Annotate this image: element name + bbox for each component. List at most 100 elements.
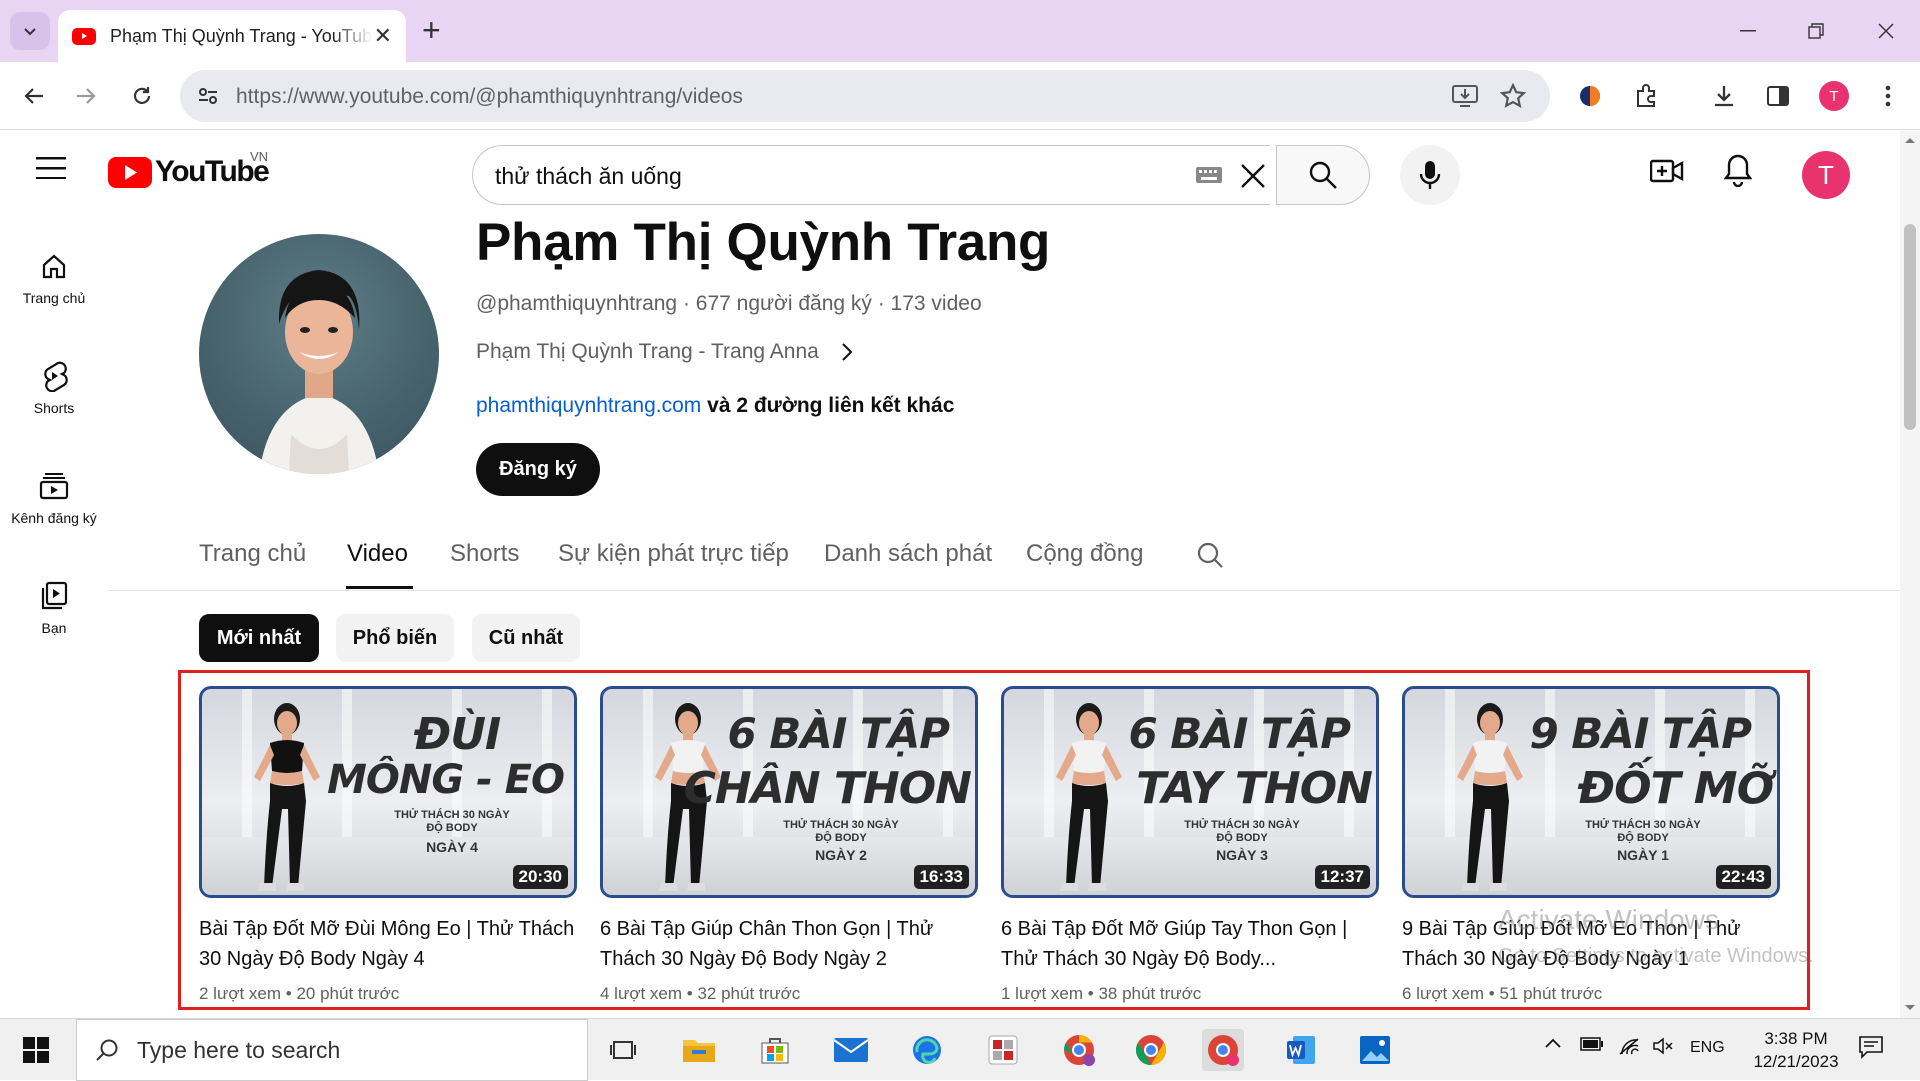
language-indicator[interactable]: ENG (1690, 1039, 1725, 1057)
extensions-puzzle-icon[interactable] (1628, 78, 1664, 114)
chrome-icon[interactable] (1130, 1029, 1172, 1071)
video-card[interactable]: ĐÙI MÔNG - EO THỬ THÁCH 30 NGÀY ĐỘ BODY NGÀ… (199, 686, 577, 1004)
video-title[interactable]: 6 Bài Tập Đốt Mỡ Giúp Tay Thon Gọn | Thử… (1001, 914, 1379, 974)
minimize-button[interactable] (1728, 16, 1768, 46)
restore-button[interactable] (1796, 16, 1836, 46)
taskbar-search-input[interactable]: Type here to search (76, 1019, 588, 1081)
wifi-icon[interactable] (1618, 1037, 1640, 1055)
channel-avatar[interactable] (199, 234, 439, 474)
tab-close-icon[interactable]: ✕ (374, 25, 392, 47)
avatar: T (1819, 81, 1849, 111)
bookmark-star-icon[interactable] (1500, 83, 1526, 109)
browser-tab-active[interactable]: Phạm Thị Quỳnh Trang - YouTube ✕ (58, 10, 406, 62)
thumbnail-day: NGÀY 4 (426, 839, 478, 855)
start-button[interactable] (0, 1019, 72, 1081)
file-explorer-icon[interactable] (678, 1029, 720, 1071)
mail-icon[interactable] (830, 1029, 872, 1071)
notifications-bell-icon[interactable] (1724, 153, 1752, 187)
clock[interactable]: 3:38 PM 12/21/2023 (1748, 1027, 1844, 1073)
guide-label: Trang chủ (22, 290, 86, 306)
video-card[interactable]: 6 BÀI TẬP TAY THON THỬ THÁCH 30 NGÀY ĐỘ BO… (1001, 686, 1379, 1004)
tab-live[interactable]: Sự kiện phát trực tiếp (558, 540, 789, 568)
edge-browser-icon[interactable] (906, 1029, 948, 1071)
new-tab-button[interactable]: + (422, 14, 441, 46)
guide-item-home[interactable]: Trang chủ (0, 248, 108, 306)
site-info-icon[interactable] (196, 84, 220, 108)
downloads-icon[interactable] (1706, 78, 1742, 114)
video-meta: 4 lượt xem • 32 phút trước (600, 984, 978, 1004)
profile-button[interactable]: T (1816, 78, 1852, 114)
back-button[interactable] (16, 78, 52, 114)
video-title[interactable]: Bài Tập Đốt Mỡ Đùi Mông Eo | Thử Thách 3… (199, 914, 577, 974)
more-links-text[interactable]: và 2 đường liên kết khác (701, 394, 954, 417)
address-bar[interactable]: https://www.youtube.com/@phamthiquynhtra… (180, 70, 1550, 122)
voice-search-button[interactable] (1400, 145, 1460, 205)
tab-shorts[interactable]: Shorts (450, 540, 519, 568)
account-avatar[interactable]: T (1802, 151, 1850, 199)
guide-label: Bạn (41, 620, 67, 636)
app-grid-icon[interactable] (982, 1029, 1024, 1071)
channel-meta: @phamthiquynhtrang · 677 người đăng ký ·… (476, 292, 982, 315)
tab-home[interactable]: Trang chủ (199, 540, 306, 568)
tab-search-button[interactable] (10, 12, 50, 50)
extension-sync-icon[interactable] (1572, 78, 1608, 114)
url-text[interactable]: https://www.youtube.com/@phamthiquynhtra… (236, 85, 743, 109)
chip-popular[interactable]: Phổ biến (336, 614, 454, 662)
reload-button[interactable] (124, 78, 160, 114)
tab-videos[interactable]: Video (347, 540, 408, 568)
youtube-logo[interactable]: YouTube VN (108, 149, 270, 189)
browser-menu-icon[interactable] (1870, 78, 1906, 114)
search-button[interactable] (1276, 145, 1370, 205)
video-thumbnail[interactable]: 6 BÀI TẬP CHÂN THON THỬ THÁCH 30 NGÀY ĐỘ B… (600, 686, 978, 898)
video-thumbnail[interactable]: 9 BÀI TẬP ĐỐT MỠ THỬ THÁCH 30 NGÀY ĐỘ BODY… (1402, 686, 1780, 898)
video-thumbnail[interactable]: 6 BÀI TẬP TAY THON THỬ THÁCH 30 NGÀY ĐỘ BO… (1001, 686, 1379, 898)
chrome-active-icon[interactable] (1202, 1029, 1244, 1071)
channel-description[interactable]: Phạm Thị Quỳnh Trang - Trang Anna (476, 340, 853, 364)
guide-item-subscriptions[interactable]: Kênh đăng ký (0, 468, 108, 526)
video-views: 2 lượt xem (199, 984, 282, 1003)
video-views: 1 lượt xem (1001, 984, 1084, 1003)
scroll-up-icon[interactable] (1904, 136, 1916, 144)
youtube-favicon-icon (72, 27, 96, 45)
thumbnail-headline-1: 6 BÀI TẬP (1128, 709, 1351, 758)
battery-icon[interactable] (1580, 1037, 1604, 1051)
thumbnail-day: NGÀY 2 (815, 847, 867, 863)
video-card[interactable]: 6 BÀI TẬP CHÂN THON THỬ THÁCH 30 NGÀY ĐỘ B… (600, 686, 978, 1004)
close-window-button[interactable] (1866, 16, 1906, 46)
channel-website-link[interactable]: phamthiquynhtrang.com (476, 394, 701, 417)
scroll-down-icon[interactable] (1904, 1004, 1916, 1012)
forward-button[interactable] (68, 78, 104, 114)
chip-oldest[interactable]: Cũ nhất (472, 614, 580, 662)
channel-search-icon[interactable] (1196, 541, 1224, 569)
tab-playlists[interactable]: Danh sách phát (824, 540, 992, 568)
side-panel-icon[interactable] (1760, 78, 1796, 114)
chip-latest[interactable]: Mới nhất (199, 614, 319, 662)
photos-icon[interactable] (1354, 1029, 1396, 1071)
tab-community[interactable]: Cộng đồng (1026, 540, 1143, 568)
guide-item-you[interactable]: Bạn (0, 578, 108, 636)
tray-overflow-icon[interactable] (1544, 1037, 1562, 1049)
notification-center-icon[interactable] (1858, 1035, 1884, 1059)
video-meta: 6 lượt xem • 51 phút trước (1402, 984, 1780, 1004)
word-icon[interactable] (1280, 1029, 1322, 1071)
hamburger-menu-icon[interactable] (36, 157, 66, 179)
thumbnail-headline-1: 9 BÀI TẬP (1529, 709, 1752, 758)
subscribe-button[interactable]: Đăng ký (476, 443, 600, 496)
search-input[interactable]: thử thách ăn uống (472, 145, 1270, 205)
meta-separator: • (682, 984, 698, 1003)
install-app-icon[interactable] (1452, 84, 1478, 108)
task-view-icon[interactable] (602, 1029, 644, 1071)
shorts-icon (36, 358, 72, 394)
keyboard-icon[interactable] (1195, 166, 1223, 184)
guide-item-shorts[interactable]: Shorts (0, 358, 108, 416)
video-title[interactable]: 6 Bài Tập Giúp Chân Thon Gọn | Thử Thách… (600, 914, 978, 974)
video-thumbnail[interactable]: ĐÙI MÔNG - EO THỬ THÁCH 30 NGÀY ĐỘ BODY NGÀ… (199, 686, 577, 898)
microsoft-store-icon[interactable] (754, 1029, 796, 1071)
scrollbar-thumb[interactable] (1904, 224, 1916, 430)
thumbnail-subtitle: THỬ THÁCH 30 NGÀY ĐỘ BODY (394, 809, 510, 834)
thumbnail-subtitle: THỬ THÁCH 30 NGÀY ĐỘ BODY (783, 819, 899, 844)
create-video-icon[interactable] (1650, 157, 1684, 185)
chrome-profile-icon[interactable] (1058, 1029, 1100, 1071)
volume-muted-icon[interactable] (1652, 1037, 1674, 1055)
clear-search-icon[interactable] (1239, 162, 1267, 190)
